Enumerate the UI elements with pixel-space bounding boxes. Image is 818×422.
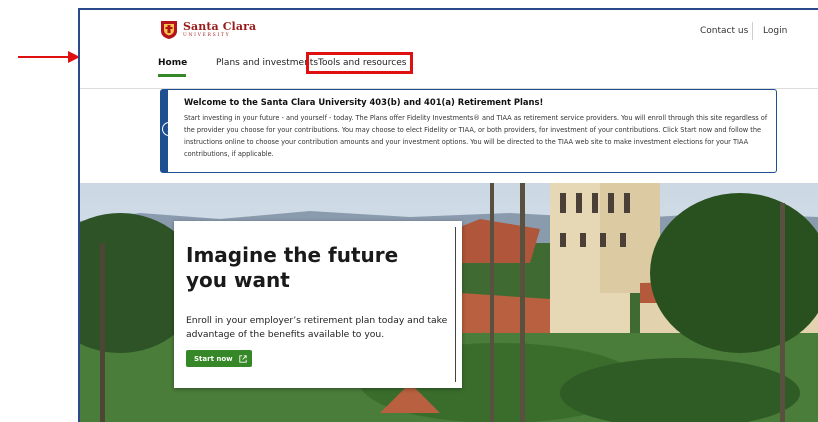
university-seal-icon [161,21,177,39]
welcome-banner: i Welcome to the Santa Clara University … [160,89,777,173]
hero-title: Imagine the future you want [186,243,399,292]
hero-section: Imagine the future you want Enroll in yo… [80,183,818,422]
info-icon: i [162,122,176,136]
annotation-highlight-box [306,52,413,74]
annotation-arrow-icon [18,51,80,63]
banner-body: Start investing in your future - and you… [184,114,768,158]
header-divider [752,22,753,40]
banner-title: Welcome to the Santa Clara University 40… [184,97,544,107]
contact-us-link[interactable]: Contact us [700,26,748,36]
logo-subtitle: UNIVERSITY [183,33,231,39]
login-link[interactable]: Login [763,26,787,36]
card-divider [455,227,456,382]
start-now-label: Start now [194,354,233,363]
active-tab-indicator [158,74,186,77]
browser-page: Santa Clara UNIVERSITY Contact us Login … [78,8,818,422]
tab-plans-and-investments[interactable]: Plans and investments [216,58,318,68]
university-logo[interactable]: Santa Clara UNIVERSITY [160,20,256,40]
logo-name: Santa Clara [183,20,257,34]
hero-card: Imagine the future you want Enroll in yo… [174,221,462,388]
external-link-icon [238,354,247,363]
site-header: Santa Clara UNIVERSITY Contact us Login … [80,10,818,89]
hero-description: Enroll in your employer’s retirement pla… [186,315,448,340]
tab-home[interactable]: Home [158,58,187,68]
start-now-button[interactable]: Start now [186,350,252,367]
